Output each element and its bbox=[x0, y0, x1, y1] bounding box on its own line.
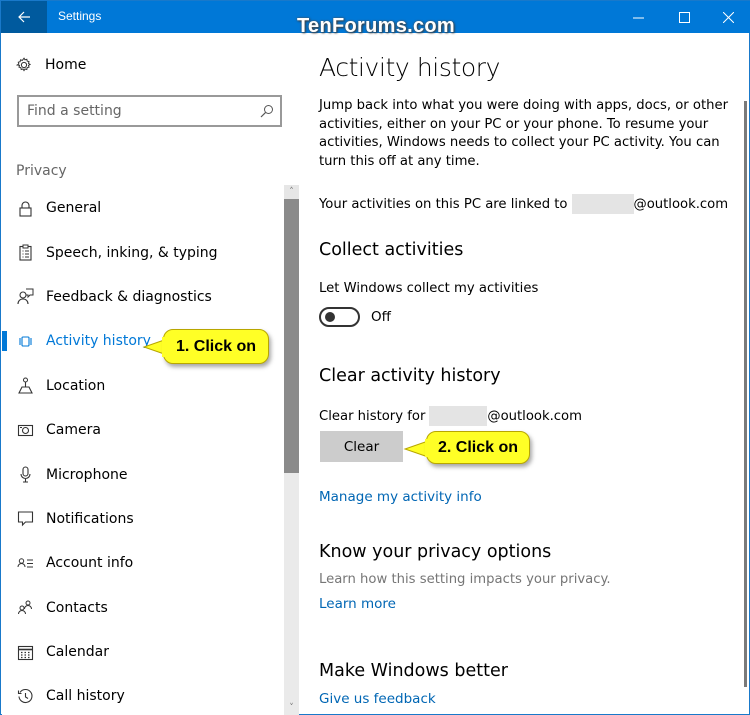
chevron-down-icon: ˅ bbox=[289, 703, 294, 713]
calendar-icon bbox=[17, 645, 33, 660]
privacy-section-label: Privacy bbox=[16, 163, 67, 179]
sidebar-item-speech[interactable]: Speech, inking, & typing bbox=[2, 230, 283, 274]
give-feedback-link[interactable]: Give us feedback bbox=[319, 691, 436, 707]
callout-step-1: 1. Click on bbox=[163, 329, 269, 364]
search-icon[interactable] bbox=[260, 104, 274, 118]
sidebar-item-label: Call history bbox=[46, 688, 125, 705]
clear-button[interactable]: Clear bbox=[320, 431, 403, 462]
maximize-button[interactable] bbox=[661, 1, 707, 33]
gear-icon bbox=[16, 57, 32, 72]
clear-heading: Clear activity history bbox=[319, 366, 501, 386]
linked-prefix: Your activities on this PC are linked to bbox=[319, 196, 568, 212]
linked-account-text: Your activities on this PC are linked to… bbox=[319, 194, 728, 214]
home-link[interactable]: Home bbox=[16, 57, 86, 73]
manage-activity-link[interactable]: Manage my activity info bbox=[319, 489, 482, 505]
sidebar-item-label: Calendar bbox=[46, 644, 109, 661]
sidebar-item-label: Feedback & diagnostics bbox=[46, 288, 212, 305]
redacted-email-user bbox=[429, 406, 488, 426]
clipboard-icon bbox=[18, 244, 32, 261]
sidebar: Home Privacy General Speech, inking, & t… bbox=[2, 33, 299, 715]
window-title: Settings bbox=[58, 9, 102, 23]
sidebar-item-microphone[interactable]: Microphone bbox=[2, 452, 283, 496]
sidebar-item-call-history[interactable]: Call history bbox=[2, 674, 283, 715]
make-better-heading: Make Windows better bbox=[319, 661, 508, 681]
sidebar-item-general[interactable]: General bbox=[2, 186, 283, 230]
clear-for-prefix: Clear history for bbox=[319, 408, 426, 424]
collect-toggle-label: Let Windows collect my activities bbox=[319, 281, 539, 296]
toggle-knob bbox=[325, 312, 335, 322]
close-icon bbox=[722, 11, 734, 23]
search-input[interactable] bbox=[19, 103, 260, 119]
watermark: TenForums.com bbox=[297, 15, 455, 37]
callout-text: 1. Click on bbox=[175, 337, 257, 355]
sidebar-item-feedback[interactable]: Feedback & diagnostics bbox=[2, 275, 283, 319]
callout-text: 2. Click on bbox=[437, 438, 519, 456]
account-info-icon bbox=[17, 558, 33, 568]
minimize-icon bbox=[632, 17, 644, 18]
privacy-subtext: Learn how this setting impacts your priv… bbox=[319, 572, 611, 587]
maximize-icon bbox=[678, 11, 690, 23]
sidebar-item-calendar[interactable]: Calendar bbox=[2, 630, 283, 674]
collect-heading: Collect activities bbox=[319, 240, 464, 260]
email-domain: @outlook.com bbox=[487, 408, 582, 424]
notification-icon bbox=[17, 511, 33, 527]
sidebar-item-label: Notifications bbox=[46, 510, 134, 527]
title-bar: Settings TenForums.com bbox=[1, 1, 750, 37]
lock-icon bbox=[18, 201, 32, 217]
sidebar-item-label: Location bbox=[46, 377, 106, 394]
location-icon bbox=[17, 377, 33, 394]
scrollbar-thumb[interactable] bbox=[284, 199, 299, 473]
sidebar-item-account-info[interactable]: Account info bbox=[2, 541, 283, 585]
collect-activities-toggle[interactable] bbox=[319, 307, 360, 327]
page-title: Activity history bbox=[319, 53, 501, 82]
collect-toggle-row: Off bbox=[319, 307, 391, 327]
page-description: Jump back into what you were doing with … bbox=[319, 98, 729, 169]
clear-history-for-text: Clear history for @outlook.com bbox=[319, 406, 582, 426]
activity-icon bbox=[18, 336, 32, 347]
microphone-icon bbox=[19, 466, 31, 483]
home-label: Home bbox=[45, 57, 87, 73]
sidebar-item-camera[interactable]: Camera bbox=[2, 408, 283, 452]
chevron-up-icon: ˄ bbox=[289, 187, 294, 197]
sidebar-item-location[interactable]: Location bbox=[2, 364, 283, 408]
sidebar-nav: General Speech, inking, & typing Feedbac… bbox=[2, 186, 283, 715]
feedback-icon bbox=[16, 288, 33, 305]
toggle-state: Off bbox=[371, 309, 391, 325]
callout-1-tail-cover bbox=[162, 337, 167, 357]
scroll-up-button[interactable]: ˄ bbox=[284, 185, 299, 199]
sidebar-scrollbar[interactable]: ˄ ˅ bbox=[284, 185, 299, 715]
settings-window: Settings TenForums.com Home Privacy bbox=[0, 0, 750, 715]
privacy-heading: Know your privacy options bbox=[319, 542, 552, 562]
sidebar-item-label: Speech, inking, & typing bbox=[46, 244, 218, 261]
callout-step-2: 2. Click on bbox=[426, 431, 530, 464]
sidebar-item-label: Camera bbox=[46, 422, 101, 439]
sidebar-item-contacts[interactable]: Contacts bbox=[2, 586, 283, 630]
contacts-icon bbox=[17, 600, 32, 615]
camera-icon bbox=[17, 424, 33, 436]
learn-more-link[interactable]: Learn more bbox=[319, 596, 396, 612]
scroll-down-button[interactable]: ˅ bbox=[284, 701, 299, 715]
sidebar-item-label: Account info bbox=[46, 555, 134, 572]
callout-2-tail-cover bbox=[425, 439, 430, 457]
sidebar-item-label: Microphone bbox=[46, 466, 128, 483]
sidebar-item-label: Activity history bbox=[46, 333, 151, 350]
sidebar-item-label: Contacts bbox=[46, 599, 108, 616]
sidebar-item-label: General bbox=[46, 200, 102, 217]
main-scrollbar[interactable] bbox=[744, 101, 747, 687]
minimize-button[interactable] bbox=[615, 1, 661, 33]
history-icon bbox=[17, 688, 33, 704]
email-domain: @outlook.com bbox=[633, 196, 729, 212]
search-box[interactable] bbox=[17, 95, 282, 127]
sidebar-item-notifications[interactable]: Notifications bbox=[2, 497, 283, 541]
arrow-left-icon bbox=[18, 11, 30, 23]
close-button[interactable] bbox=[705, 1, 750, 33]
redacted-email-user bbox=[571, 194, 634, 214]
back-button[interactable] bbox=[1, 1, 47, 33]
